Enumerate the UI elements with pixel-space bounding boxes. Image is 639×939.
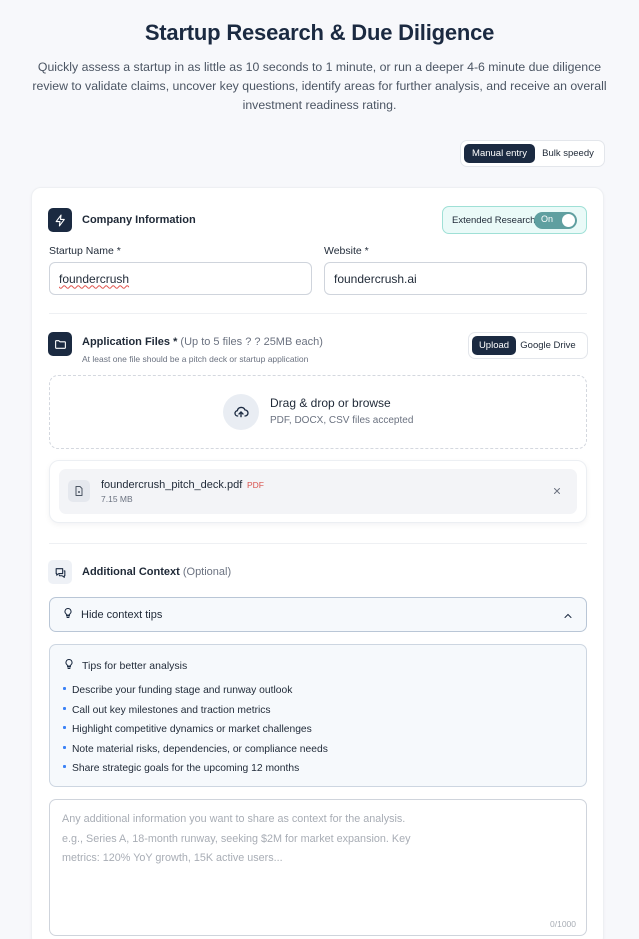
switch-state-label: On (541, 214, 554, 224)
files-hint: At least one file should be a pitch deck… (82, 354, 309, 364)
list-item: Call out key milestones and traction met… (63, 701, 328, 721)
website-label: Website * (324, 245, 369, 257)
file-dropzone[interactable]: Drag & drop or browse PDF, DOCX, CSV fil… (49, 375, 587, 449)
startup-name-value: foundercrush (59, 271, 130, 286)
list-item: Describe your funding stage and runway o… (63, 681, 328, 701)
context-title-text: Additional Context (82, 566, 180, 578)
file-name: foundercrush_pitch_deck.pdf (101, 479, 243, 491)
company-info-title: Company Information (82, 214, 196, 226)
tips-title: Tips for better analysis (82, 660, 188, 672)
upload-cloud-icon (223, 394, 259, 430)
list-item: Highlight competitive dynamics or market… (63, 720, 328, 740)
file-type-badge: PDF (247, 480, 264, 490)
hide-context-tips-button[interactable]: Hide context tips (49, 597, 587, 632)
dropzone-title: Drag & drop or browse (270, 396, 391, 410)
upload-option[interactable]: Upload (472, 336, 516, 355)
dropzone-subtitle: PDF, DOCX, CSV files accepted (270, 415, 414, 426)
lightbulb-icon (63, 657, 75, 675)
close-icon[interactable] (551, 484, 563, 496)
switch-knob (562, 214, 575, 227)
textarea-placeholder: Any additional information you want to s… (62, 810, 462, 869)
lightbulb-icon (62, 606, 74, 624)
application-files-title: Application Files * (Up to 5 files ? ? 2… (82, 336, 323, 348)
page-subtitle: Quickly assess a startup in as little as… (32, 60, 607, 112)
bolt-icon (48, 208, 72, 232)
file-size: 7.15 MB (101, 494, 133, 504)
bulk-speedy-option[interactable]: Bulk speedy (535, 144, 601, 163)
context-optional-text: (Optional) (182, 566, 232, 578)
research-form-card: Company Information Extended Research On… (31, 187, 604, 939)
tips-list: Describe your funding stage and runway o… (63, 681, 328, 779)
placeholder-line: metrics: 120% YoY growth, 15K active use… (62, 852, 283, 864)
list-item: Note material risks, dependencies, or co… (63, 740, 328, 760)
entry-mode-toggle: Manual entry Bulk speedy (460, 140, 605, 167)
page-title: Startup Research & Due Diligence (144, 20, 495, 45)
character-counter: 0/1000 (550, 919, 576, 929)
additional-context-title: Additional Context (Optional) (82, 566, 231, 578)
list-item: Share strategic goals for the upcoming 1… (63, 759, 328, 779)
uploaded-files-list: foundercrush_pitch_deck.pdf PDF 7.15 MB (49, 460, 587, 523)
tips-header: Tips for better analysis (63, 657, 187, 675)
placeholder-line: e.g., Series A, 18-month runway, seeking… (62, 832, 411, 845)
file-source-toggle: Upload Google Drive (468, 332, 588, 359)
placeholder-line: Any additional information you want to s… (62, 813, 406, 825)
extended-research-toggle[interactable]: Extended Research On (442, 206, 587, 234)
startup-name-input[interactable]: foundercrush (49, 262, 312, 295)
section-divider (49, 543, 587, 544)
list-item: foundercrush_pitch_deck.pdf PDF 7.15 MB (59, 469, 577, 514)
tips-toggle-label: Hide context tips (81, 608, 163, 621)
additional-context-textarea[interactable]: Any additional information you want to s… (49, 799, 587, 936)
chat-icon (48, 560, 72, 584)
manual-entry-option[interactable]: Manual entry (464, 144, 535, 163)
section-divider (49, 313, 587, 314)
startup-name-label: Startup Name * (49, 245, 121, 257)
chevron-up-icon (562, 609, 574, 627)
extended-research-label: Extended Research (452, 214, 536, 226)
extended-research-switch[interactable]: On (534, 212, 577, 229)
website-value: foundercrush.ai (334, 271, 417, 286)
context-tips-panel: Tips for better analysis Describe your f… (49, 644, 587, 787)
google-drive-option[interactable]: Google Drive (516, 336, 580, 355)
files-title-text: Application Files * (82, 336, 178, 348)
folder-icon (48, 332, 72, 356)
file-icon (68, 480, 90, 502)
website-input[interactable]: foundercrush.ai (324, 262, 587, 295)
files-limit-text: (Up to 5 files ? ? 25MB each) (180, 336, 323, 348)
